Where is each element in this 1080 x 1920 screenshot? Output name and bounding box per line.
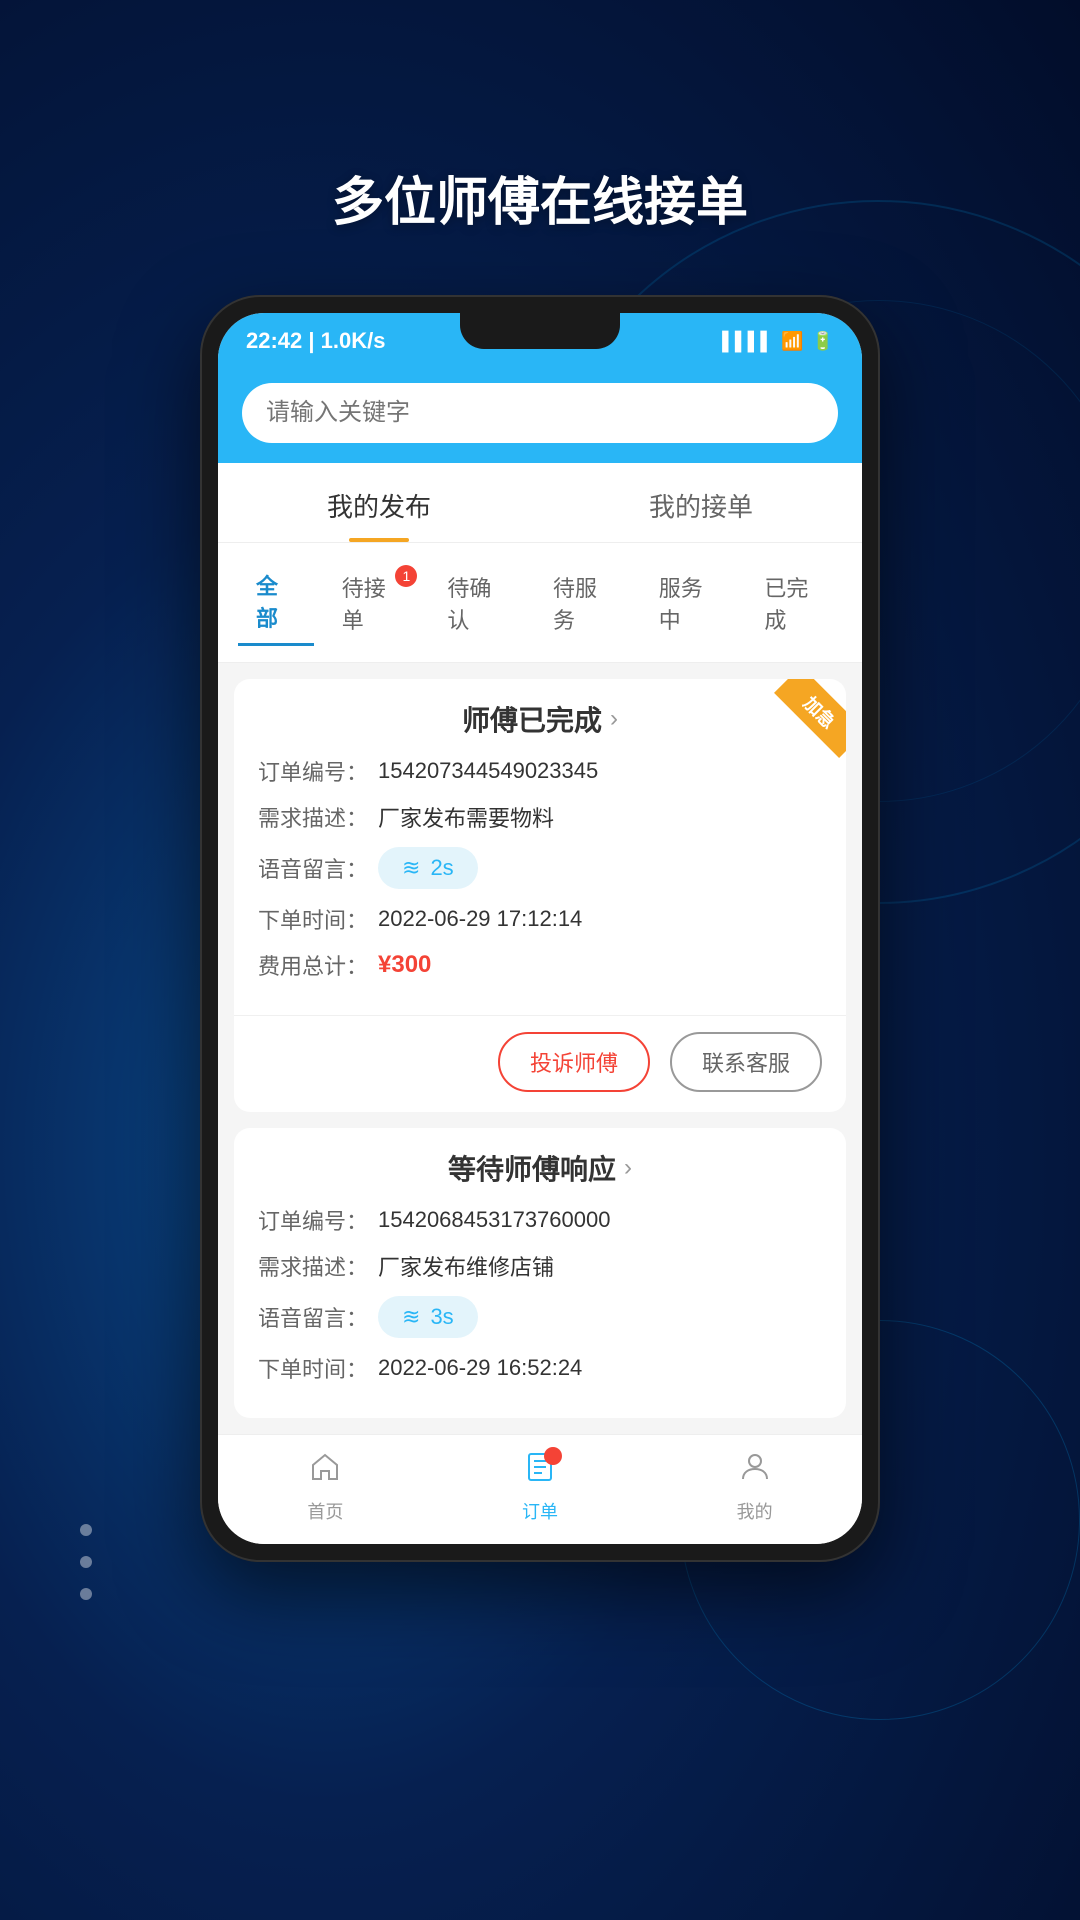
waveform-icon-2: ≋ <box>402 1304 420 1330</box>
time-row-1: 下单时间： 2022-06-29 17:12:14 <box>258 903 822 935</box>
search-input[interactable] <box>266 399 814 427</box>
phone-frame: 22:42 | 1.0K/s ▌▌▌▌ 📶 🔋 我的发布 我 <box>200 295 880 1562</box>
pending-badge: 1 <box>395 565 417 587</box>
profile-icon <box>739 1451 771 1492</box>
order-status-1: 师傅已完成 <box>462 699 602 739</box>
voice-row-2: 语音留言： ≋ 3s <box>258 1296 822 1338</box>
order-no-row-2: 订单编号： 1542068453173760000 <box>258 1204 822 1236</box>
bottom-nav: 首页 订单 <box>218 1434 862 1544</box>
time-row-2: 下单时间： 2022-06-29 16:52:24 <box>258 1352 822 1384</box>
page-title: 多位师傅在线接单 <box>332 160 748 235</box>
background: 多位师傅在线接单 22:42 | 1.0K/s ▌▌▌▌ 📶 🔋 <box>0 0 1080 1920</box>
order-arrow-1: › <box>610 705 618 733</box>
contact-btn-1[interactable]: 联系客服 <box>670 1032 822 1092</box>
signal-icon: ▌▌▌▌ <box>722 331 773 352</box>
order-no-row-1: 订单编号： 154207344549023345 <box>258 755 822 787</box>
nav-home-label: 首页 <box>307 1498 343 1524</box>
voice-row-1: 语音留言： ≋ 2s <box>258 847 822 889</box>
order-header-2[interactable]: 等待师傅响应 › <box>234 1128 846 1204</box>
battery-icon: 🔋 <box>812 331 834 352</box>
fee-value-1: ¥300 <box>378 951 431 979</box>
sub-tab-done[interactable]: 已完成 <box>746 561 842 645</box>
tab-my-orders[interactable]: 我的接单 <box>540 463 862 542</box>
search-bar[interactable] <box>242 383 838 443</box>
nav-orders[interactable]: 订单 <box>433 1451 648 1524</box>
voice-play-btn-1[interactable]: ≋ 2s <box>378 847 478 889</box>
order-header-1[interactable]: 师傅已完成 › <box>234 679 846 755</box>
ribbon-urgent: 加急 <box>756 679 846 769</box>
home-icon <box>309 1451 341 1492</box>
tab-my-publish[interactable]: 我的发布 <box>218 463 540 542</box>
nav-profile-label: 我的 <box>737 1498 773 1524</box>
orders-badge <box>544 1447 562 1465</box>
waveform-icon-1: ≋ <box>402 855 420 881</box>
app-header <box>218 369 862 463</box>
fee-row-1: 费用总计： ¥300 <box>258 949 822 981</box>
order-list: 加急 师傅已完成 › 订单编号： 154207344549023345 需求描述… <box>218 663 862 1434</box>
nav-orders-label: 订单 <box>522 1498 558 1524</box>
sub-tab-pending[interactable]: 待接单 1 <box>324 561 420 645</box>
demand-row-2: 需求描述： 厂家发布维修店铺 <box>258 1250 822 1282</box>
main-tabs: 我的发布 我的接单 <box>218 463 862 543</box>
order-card-1: 加急 师傅已完成 › 订单编号： 154207344549023345 需求描述… <box>234 679 846 1112</box>
orders-icon <box>524 1451 556 1492</box>
order-footer-1: 投诉师傅 联系客服 <box>234 1015 846 1112</box>
nav-profile[interactable]: 我的 <box>647 1451 862 1524</box>
wifi-icon: 📶 <box>781 331 803 352</box>
status-time: 22:42 | 1.0K/s <box>246 328 385 354</box>
sub-tab-inservice[interactable]: 服务中 <box>641 561 737 645</box>
sub-tab-service[interactable]: 待服务 <box>535 561 631 645</box>
voice-play-btn-2[interactable]: ≋ 3s <box>378 1296 478 1338</box>
nav-home[interactable]: 首页 <box>218 1451 433 1524</box>
order-body-1: 订单编号： 154207344549023345 需求描述： 厂家发布需要物料 … <box>234 755 846 1015</box>
order-card-2: 等待师傅响应 › 订单编号： 1542068453173760000 需求描述：… <box>234 1128 846 1418</box>
phone-notch <box>460 313 620 349</box>
sub-tabs: 全部 待接单 1 待确认 待服务 服务中 已完成 <box>218 543 862 663</box>
sub-tab-confirm[interactable]: 待确认 <box>429 561 525 645</box>
deco-dots <box>80 1524 92 1620</box>
demand-row-1: 需求描述： 厂家发布需要物料 <box>258 801 822 833</box>
phone-screen: 22:42 | 1.0K/s ▌▌▌▌ 📶 🔋 我的发布 我 <box>218 313 862 1544</box>
complaint-btn-1[interactable]: 投诉师傅 <box>498 1032 650 1092</box>
order-arrow-2: › <box>624 1154 632 1182</box>
sub-tab-all[interactable]: 全部 <box>238 559 314 646</box>
status-icons: ▌▌▌▌ 📶 🔋 <box>722 331 834 352</box>
order-body-2: 订单编号： 1542068453173760000 需求描述： 厂家发布维修店铺… <box>234 1204 846 1418</box>
order-status-2: 等待师傅响应 <box>448 1148 616 1188</box>
